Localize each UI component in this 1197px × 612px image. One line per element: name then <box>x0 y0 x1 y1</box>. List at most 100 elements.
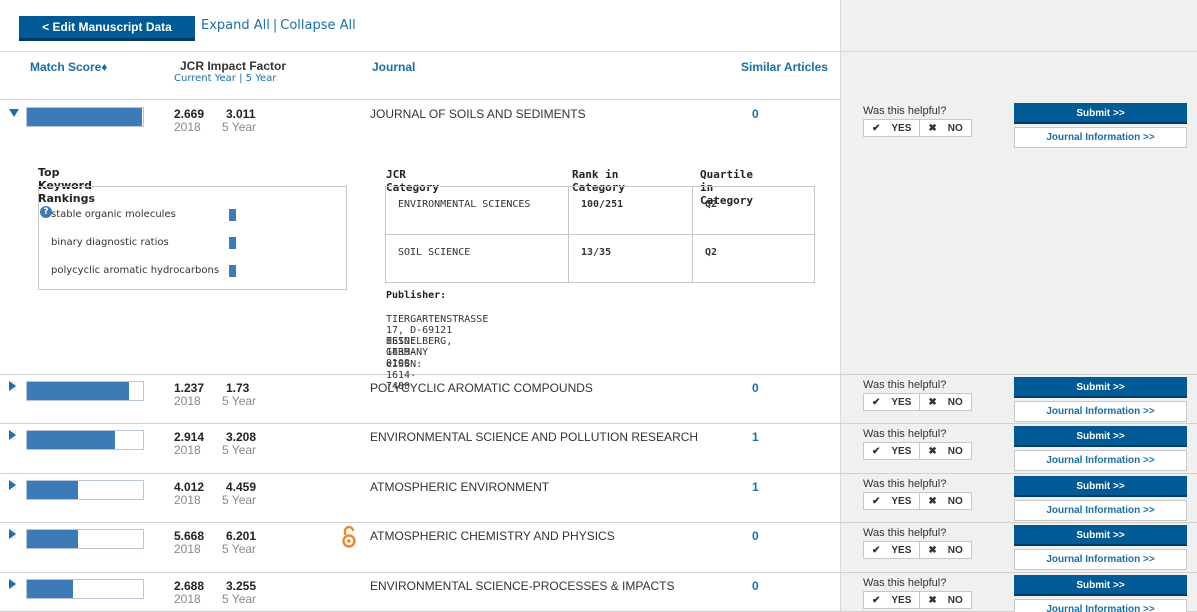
yes-button[interactable]: ✔ YES <box>864 493 921 509</box>
expand-collapse-links: Expand All | Collapse All <box>201 18 356 33</box>
helpful-toggle: ✔ YES ✖ NO <box>863 541 972 559</box>
submit-button[interactable]: Submit >> <box>1014 575 1187 596</box>
expand-caret-icon[interactable] <box>9 381 16 391</box>
helpful-toggle: ✔ YES ✖ NO <box>863 442 972 460</box>
year-label: 2018 <box>174 542 201 556</box>
journal-name[interactable]: JOURNAL OF SOILS AND SEDIMENTS <box>370 107 586 121</box>
helpful-toggle: ✔ YES ✖ NO <box>863 591 972 609</box>
impact-factor: 4.012 <box>174 480 205 494</box>
expand-caret-icon[interactable] <box>9 480 16 490</box>
submit-button[interactable]: Submit >> <box>1014 377 1187 398</box>
submit-button[interactable]: Submit >> <box>1014 476 1187 497</box>
match-score-bar <box>26 579 144 599</box>
match-score-bar <box>26 381 144 401</box>
match-score-fill <box>27 108 142 126</box>
submit-button[interactable]: Submit >> <box>1014 426 1187 447</box>
journal-name[interactable]: ENVIRONMENTAL SCIENCE-PROCESSES & IMPACT… <box>370 579 675 593</box>
submit-button[interactable]: Submit >> <box>1014 525 1187 546</box>
keyword-label: stable organic molecules <box>51 209 176 220</box>
year-label: 2018 <box>174 120 201 134</box>
similar-articles-count[interactable]: 0 <box>752 529 759 543</box>
collapse-all-link[interactable]: Collapse All <box>280 18 356 33</box>
keyword-label: polycyclic aromatic hydrocarbons <box>51 265 220 276</box>
close-icon: ✖ <box>928 544 937 556</box>
journal-header[interactable]: Journal <box>372 60 415 74</box>
year-label: 2018 <box>174 592 201 606</box>
keyword-bar <box>229 209 236 221</box>
check-icon: ✔ <box>872 445 881 457</box>
quartile-cell: Q2 <box>692 234 815 283</box>
table-row: ENVIRONMENTAL SCIENCES 100/251 Q2 <box>385 186 815 235</box>
similar-articles-count[interactable]: 0 <box>752 579 759 593</box>
similar-articles-count[interactable]: 0 <box>752 107 759 121</box>
keyword-bar <box>229 265 236 277</box>
match-score-fill <box>27 431 116 449</box>
impact-factor-5year: 3.208 <box>226 430 257 444</box>
yes-button[interactable]: ✔ YES <box>864 120 921 136</box>
expand-caret-icon[interactable] <box>9 579 16 589</box>
match-score-fill <box>27 481 79 499</box>
journal-name[interactable]: ENVIRONMENTAL SCIENCE AND POLLUTION RESE… <box>370 430 698 444</box>
journal-information-button[interactable]: Journal Information >> <box>1014 549 1187 570</box>
impact-factor: 2.669 <box>174 107 205 121</box>
jcr-year-toggle: Current Year | 5 Year <box>174 73 276 84</box>
five-year-label: 5 Year <box>222 120 257 134</box>
match-score-fill <box>27 580 74 598</box>
open-access-icon <box>342 525 356 548</box>
submit-button[interactable]: Submit >> <box>1014 103 1187 124</box>
yes-button[interactable]: ✔ YES <box>864 542 921 558</box>
journal-row: 4.012 4.459 2018 5 Year ATMOSPHERIC ENVI… <box>0 474 1197 523</box>
journal-name[interactable]: ATMOSPHERIC ENVIRONMENT <box>370 480 549 494</box>
expand-caret-icon[interactable] <box>9 430 16 440</box>
year-label: 2018 <box>174 394 201 408</box>
keyword-rankings-box: stable organic molecules binary diagnost… <box>38 186 347 290</box>
similar-articles-count[interactable]: 0 <box>752 381 759 395</box>
journal-information-button[interactable]: Journal Information >> <box>1014 127 1187 148</box>
similar-articles-header[interactable]: Similar Articles <box>741 60 828 74</box>
publisher-label: Publisher: <box>386 290 447 301</box>
column-headers: Match Score♦ JCR Impact Factor Current Y… <box>0 52 840 100</box>
rank-cell: 13/35 <box>568 234 693 283</box>
similar-articles-count[interactable]: 1 <box>752 430 759 444</box>
impact-factor-5year: 4.459 <box>226 480 257 494</box>
close-icon: ✖ <box>928 396 937 408</box>
jcr-header: JCR Impact Factor <box>180 59 287 73</box>
journal-information-button[interactable]: Journal Information >> <box>1014 500 1187 521</box>
journal-information-button[interactable]: Journal Information >> <box>1014 599 1187 612</box>
expand-all-link[interactable]: Expand All <box>201 18 270 33</box>
helpful-prompt: Was this helpful? <box>863 478 947 490</box>
helpful-toggle: ✔ YES ✖ NO <box>863 492 972 510</box>
five-year-label: 5 Year <box>222 443 257 457</box>
no-button[interactable]: ✖ NO <box>920 443 970 459</box>
helpful-prompt: Was this helpful? <box>863 577 947 589</box>
journal-information-button[interactable]: Journal Information >> <box>1014 401 1187 422</box>
no-button[interactable]: ✖ NO <box>920 542 970 558</box>
category-cell: ENVIRONMENTAL SCIENCES <box>385 186 569 235</box>
journal-information-button[interactable]: Journal Information >> <box>1014 450 1187 471</box>
journal-row: 5.668 6.201 2018 5 Year ATMOSPHERIC CHEM… <box>0 523 1197 573</box>
no-button[interactable]: ✖ NO <box>920 120 970 136</box>
no-button[interactable]: ✖ NO <box>920 394 970 410</box>
close-icon: ✖ <box>928 594 937 606</box>
impact-factor-5year: 1.73 <box>226 381 250 395</box>
journal-row: 2.688 3.255 2018 5 Year ENVIRONMENTAL SC… <box>0 573 1197 612</box>
edit-manuscript-button[interactable]: < Edit Manuscript Data <box>19 16 195 41</box>
yes-button[interactable]: ✔ YES <box>864 443 921 459</box>
yes-button[interactable]: ✔ YES <box>864 394 921 410</box>
expand-caret-icon[interactable] <box>9 529 16 539</box>
current-year-link[interactable]: Current Year <box>174 73 236 84</box>
yes-button[interactable]: ✔ YES <box>864 592 921 608</box>
journal-name[interactable]: ATMOSPHERIC CHEMISTRY AND PHYSICS <box>370 529 615 543</box>
toolbar: < Edit Manuscript Data Expand All | Collap… <box>0 0 840 52</box>
similar-articles-count[interactable]: 1 <box>752 480 759 494</box>
no-button[interactable]: ✖ NO <box>920 493 970 509</box>
match-score-header[interactable]: Match Score♦ <box>30 60 107 74</box>
five-year-link[interactable]: 5 Year <box>246 73 277 84</box>
no-button[interactable]: ✖ NO <box>920 592 970 608</box>
check-icon: ✔ <box>872 396 881 408</box>
journal-row: 2.914 3.208 2018 5 Year ENVIRONMENTAL SC… <box>0 424 1197 474</box>
match-score-fill <box>27 530 79 548</box>
collapse-caret-icon[interactable] <box>9 109 19 117</box>
match-score-bar <box>26 529 144 549</box>
check-icon: ✔ <box>872 594 881 606</box>
